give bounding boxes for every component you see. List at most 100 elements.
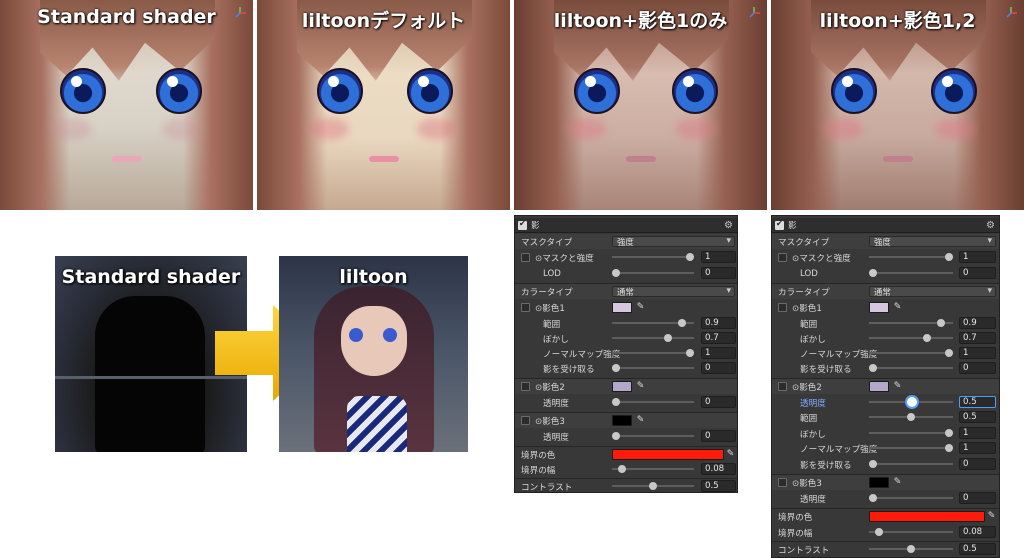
alpha2-slider[interactable] <box>612 398 620 406</box>
color-type-dropdown[interactable]: 通常 <box>612 286 735 297</box>
gear-icon[interactable]: ⚙ <box>986 220 995 231</box>
border-color-swatch[interactable] <box>869 511 985 522</box>
render-standard: Standard shader <box>0 0 253 210</box>
shadow2-checkbox[interactable] <box>521 382 530 391</box>
axis-gizmo-icon <box>235 7 246 18</box>
alpha3-slider[interactable] <box>612 432 620 440</box>
render-title: Standard shader <box>37 6 216 28</box>
blur2-slider[interactable] <box>945 429 953 437</box>
gear-icon[interactable]: ⚙ <box>724 220 733 231</box>
alpha3-field[interactable]: 0 <box>701 430 736 442</box>
alpha3-slider[interactable] <box>869 494 877 502</box>
mask-strength-slider[interactable] <box>686 253 694 261</box>
normal1-field[interactable]: 1 <box>959 347 996 359</box>
eyedropper-icon[interactable]: ✎ <box>892 302 903 313</box>
shadow2-checkbox[interactable] <box>778 382 787 391</box>
shadow-enable-checkbox[interactable] <box>775 219 784 230</box>
receive2-field[interactable]: 0 <box>959 458 996 470</box>
range1-field[interactable]: 0.9 <box>701 317 736 329</box>
axis-gizmo-icon <box>749 7 760 18</box>
border-width-field[interactable]: 0.08 <box>959 526 996 538</box>
range1-field[interactable]: 0.9 <box>959 317 996 329</box>
shadow-enable-checkbox[interactable] <box>518 219 527 230</box>
mask-strength-field[interactable]: 1 <box>959 251 996 263</box>
range2-field[interactable]: 0.5 <box>959 411 996 423</box>
border-width-field[interactable]: 0.08 <box>701 463 736 475</box>
normal2-slider[interactable] <box>945 444 953 452</box>
contrast-slider[interactable] <box>907 545 915 553</box>
lod-field[interactable]: 0 <box>959 267 996 279</box>
eyedropper-icon[interactable]: ✎ <box>892 477 903 488</box>
eyedropper-icon[interactable]: ✎ <box>892 381 903 392</box>
render-liltoon-shadow1: liltoon+影色1のみ <box>514 0 767 210</box>
receive1-slider[interactable] <box>612 364 620 372</box>
mask-strength-checkbox[interactable] <box>778 253 787 262</box>
border-color-swatch[interactable] <box>612 449 724 460</box>
color-type-dropdown[interactable]: 通常 <box>869 286 996 297</box>
eyedropper-icon[interactable]: ✎ <box>986 511 997 522</box>
eyedropper-icon[interactable]: ✎ <box>725 449 736 460</box>
comparison-liltoon: liltoon <box>279 256 468 452</box>
shadow3-checkbox[interactable] <box>521 416 530 425</box>
axis-gizmo-icon <box>1006 7 1017 18</box>
lod-field[interactable]: 0 <box>701 267 736 279</box>
receive2-slider[interactable] <box>869 460 877 468</box>
blur1-slider[interactable] <box>923 334 931 342</box>
normal2-field[interactable]: 1 <box>959 442 996 454</box>
contrast-slider[interactable] <box>649 482 657 490</box>
mask-strength-field[interactable]: 1 <box>701 251 736 263</box>
lod-slider[interactable] <box>612 269 620 277</box>
render-title: liltoon+影色1,2 <box>819 10 976 32</box>
receive1-slider[interactable] <box>869 364 877 372</box>
normal1-slider[interactable] <box>945 349 953 357</box>
panel-title: 影 <box>531 221 540 231</box>
alpha2-slider[interactable] <box>907 397 917 407</box>
eyedropper-icon[interactable]: ✎ <box>635 302 646 313</box>
normal1-field[interactable]: 1 <box>701 347 736 359</box>
border-width-slider[interactable] <box>618 465 626 473</box>
blur2-field[interactable]: 1 <box>959 427 996 439</box>
contrast-field[interactable]: 0.5 <box>959 543 996 555</box>
range2-slider[interactable] <box>907 413 915 421</box>
shadow2-color-swatch[interactable] <box>869 381 889 392</box>
shadow-settings-panel-1: 影 ⚙ マスクタイプ 強度 ⊙マスクと強度 1 LOD 0 カラータイプ 通常 … <box>514 215 738 493</box>
render-title: liltoon+影色1のみ <box>553 10 728 32</box>
receive1-field[interactable]: 0 <box>959 362 996 374</box>
blur1-field[interactable]: 0.7 <box>701 332 736 344</box>
eye-left <box>60 68 106 114</box>
blur1-field[interactable]: 0.7 <box>959 332 996 344</box>
shadow1-checkbox[interactable] <box>521 303 530 312</box>
shadow1-color-swatch[interactable] <box>612 302 632 313</box>
alpha2-field[interactable]: 0.5 <box>959 396 996 408</box>
blur1-slider[interactable] <box>664 334 672 342</box>
shadow3-color-swatch[interactable] <box>612 415 632 426</box>
range1-slider[interactable] <box>678 319 686 327</box>
mask-type-dropdown[interactable]: 強度 <box>612 236 735 247</box>
normal1-slider[interactable] <box>686 349 694 357</box>
mask-type-dropdown[interactable]: 強度 <box>869 236 996 247</box>
receive1-field[interactable]: 0 <box>701 362 736 374</box>
eyedropper-icon[interactable]: ✎ <box>635 381 646 392</box>
mask-strength-slider[interactable] <box>945 253 953 261</box>
eyedropper-icon[interactable]: ✎ <box>635 415 646 426</box>
alpha3-field[interactable]: 0 <box>959 492 996 504</box>
shadow2-color-swatch[interactable] <box>612 381 632 392</box>
panel-title: 影 <box>788 221 797 231</box>
lod-slider[interactable] <box>869 269 877 277</box>
mask-strength-checkbox[interactable] <box>521 253 530 262</box>
comparison-left-label: Standard shader <box>61 266 241 288</box>
shadow3-checkbox[interactable] <box>778 478 787 487</box>
shadow1-checkbox[interactable] <box>778 303 787 312</box>
alpha2-field[interactable]: 0 <box>701 396 736 408</box>
panel-header[interactable]: 影 ⚙ <box>772 218 999 233</box>
border-width-slider[interactable] <box>875 528 883 536</box>
panel-header[interactable]: 影 ⚙ <box>515 218 737 233</box>
render-liltoon-shadow12: liltoon+影色1,2 <box>771 0 1024 210</box>
comparison-right-label: liltoon <box>339 266 408 288</box>
shadow3-color-swatch[interactable] <box>869 477 889 488</box>
render-liltoon-default: liltoonデフォルト <box>257 0 510 210</box>
shadow1-color-swatch[interactable] <box>869 302 889 313</box>
range1-slider[interactable] <box>937 319 945 327</box>
shadow-settings-panel-2: 影 ⚙ マスクタイプ 強度 ⊙マスクと強度 1 LOD 0 カラータイプ 通常 … <box>771 215 1000 558</box>
contrast-field[interactable]: 0.5 <box>701 480 736 492</box>
